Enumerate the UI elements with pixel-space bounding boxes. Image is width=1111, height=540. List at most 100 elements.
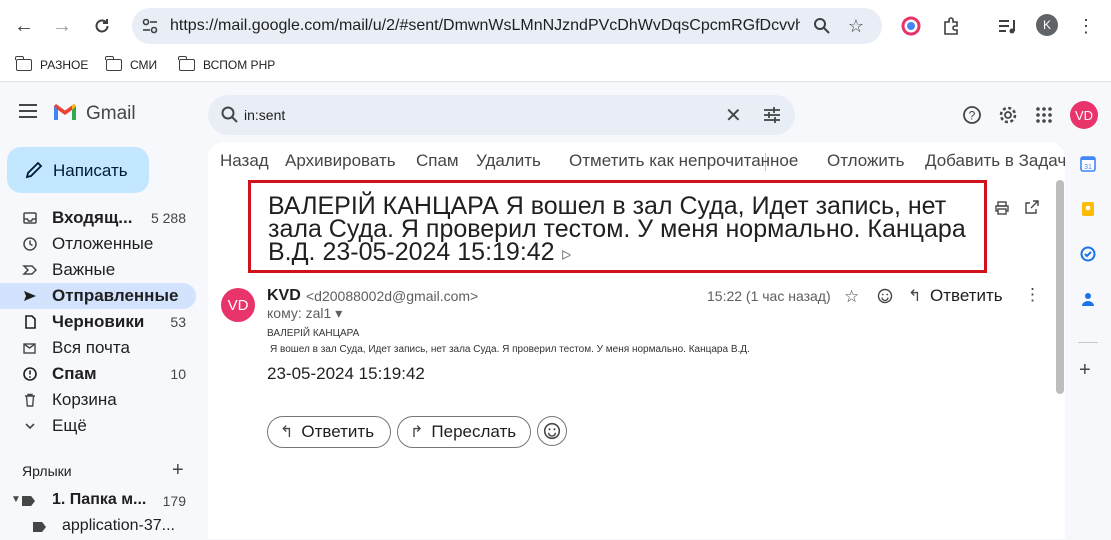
extensions-icon[interactable] xyxy=(937,12,965,40)
bookmark-star-icon[interactable]: ☆ xyxy=(844,14,868,38)
all-mail-icon xyxy=(22,340,38,356)
label-name: application-37... xyxy=(62,517,175,534)
calendar-icon[interactable]: 31 xyxy=(1080,156,1096,172)
gmail-logo-icon[interactable] xyxy=(52,102,78,122)
add-to-tasks-button[interactable]: Добавить в Задачи xyxy=(925,151,1065,171)
browser-menu-icon[interactable]: ⋮ xyxy=(1072,12,1100,40)
gmail-logo-text: Gmail xyxy=(86,103,136,124)
sidebar-item-label: Ещё xyxy=(52,416,87,435)
folder-icon xyxy=(105,56,122,71)
site-settings-icon[interactable] xyxy=(140,16,160,36)
search-input[interactable]: in:sent xyxy=(244,107,285,123)
svg-text:?: ? xyxy=(969,109,976,123)
clear-search-icon[interactable]: ✕ xyxy=(725,103,742,128)
reply-button[interactable]: ↰ Ответить xyxy=(267,416,391,448)
label-count: 179 xyxy=(162,493,186,509)
tasks-icon[interactable] xyxy=(1080,246,1096,262)
get-addons-icon[interactable]: + xyxy=(1079,359,1091,382)
sidebar-item[interactable]: Спам 10 xyxy=(0,361,196,387)
reply-icon: ↰ xyxy=(280,424,294,441)
sidebar-item[interactable]: Вся почта xyxy=(0,335,196,361)
sidebar-item-label: Черновики xyxy=(52,312,145,331)
forward-button[interactable]: ↱ Переслать xyxy=(397,416,531,448)
sender-email: <d20088002d@gmail.com> xyxy=(306,288,479,304)
sidebar-item-count: 53 xyxy=(170,314,186,330)
subject-text: ВАЛЕРІЙ КАНЦАРА Я вошел в зал Суда, Идет… xyxy=(268,192,966,266)
help-icon[interactable]: ? xyxy=(961,104,983,126)
search-icon[interactable] xyxy=(220,105,240,125)
print-icon[interactable] xyxy=(994,200,1010,216)
chevron-down-icon xyxy=(22,418,38,434)
contacts-icon[interactable] xyxy=(1080,291,1096,307)
emoji-reaction-icon[interactable] xyxy=(877,288,893,304)
draft-icon xyxy=(22,314,38,330)
sender-name[interactable]: KVD xyxy=(267,287,301,305)
bookmark-folder-raznoe[interactable]: РАЗНОЕ xyxy=(15,56,88,72)
sidebar-item-label: Вся почта xyxy=(52,338,130,357)
address-bar[interactable]: https://mail.google.com/mail/u/2/#sent/D… xyxy=(132,8,882,44)
back-icon[interactable]: ← xyxy=(10,12,38,40)
send-icon xyxy=(22,288,38,304)
recipient-line[interactable]: кому: zal1 ▾ xyxy=(267,305,342,322)
delete-button[interactable]: Удалить xyxy=(476,151,541,171)
sidebar-item[interactable]: Ещё xyxy=(0,413,196,439)
sidebar-item[interactable]: Отправленные xyxy=(0,283,196,309)
emoji-react-button[interactable] xyxy=(537,416,567,446)
scrollbar[interactable] xyxy=(1056,180,1064,394)
clock-icon xyxy=(22,236,38,252)
search-options-icon[interactable] xyxy=(761,104,783,126)
url-text[interactable]: https://mail.google.com/mail/u/2/#sent/D… xyxy=(170,17,800,35)
reply-icon[interactable]: ↰ xyxy=(908,286,921,306)
sidebar-item[interactable]: Входящ... 5 288 xyxy=(0,205,196,231)
forward-icon[interactable]: → xyxy=(48,12,76,40)
sidebar-item[interactable]: Отложенные xyxy=(0,231,196,257)
sidebar-item[interactable]: Корзина xyxy=(0,387,196,413)
apps-grid-icon[interactable] xyxy=(1033,104,1055,126)
mark-unread-button[interactable]: Отметить как непрочитанное xyxy=(569,151,798,171)
subject-highlight-box: ВАЛЕРІЙ КАНЦАРА Я вошел в зал Суда, Идет… xyxy=(248,180,987,273)
keep-icon[interactable] xyxy=(1080,201,1096,217)
back-button[interactable]: Назад xyxy=(220,151,269,171)
label-item-application[interactable]: application-37... xyxy=(0,514,196,540)
zoom-search-icon[interactable] xyxy=(810,14,834,38)
settings-gear-icon[interactable] xyxy=(997,104,1019,126)
caret-down-icon[interactable]: ▼ xyxy=(11,494,21,505)
account-avatar[interactable]: VD xyxy=(1070,101,1098,129)
sidebar-item-label: Важные xyxy=(52,260,116,279)
message-time: 15:22 (1 час назад) xyxy=(707,288,831,304)
label-item-folder[interactable]: ▼ 1. Папка м... 179 xyxy=(0,488,196,514)
snooze-button[interactable]: Отложить xyxy=(827,151,905,171)
bookmark-folder-smi[interactable]: СМИ xyxy=(105,56,158,72)
bookmark-label: СМИ xyxy=(130,58,158,72)
star-icon[interactable]: ☆ xyxy=(844,287,859,307)
sidebar-item[interactable]: Черновики 53 xyxy=(0,309,196,335)
media-control-icon[interactable] xyxy=(993,12,1021,40)
bookmark-folder-vspom[interactable]: ВСПОМ РНР xyxy=(178,56,275,72)
color-extension-icon[interactable] xyxy=(897,12,925,40)
archive-button[interactable]: Архивировать xyxy=(285,151,396,171)
message-panel: Назад Архивировать Спам Удалить Отметить… xyxy=(208,142,1065,539)
importance-marker-icon[interactable]: ᐅ xyxy=(561,244,572,267)
svg-text:31: 31 xyxy=(1084,164,1092,171)
spam-icon xyxy=(22,366,38,382)
browser-profile-avatar[interactable]: K xyxy=(1036,14,1058,36)
open-new-window-icon[interactable] xyxy=(1024,199,1040,215)
add-label-icon[interactable]: + xyxy=(172,459,184,482)
more-options-icon[interactable]: ⋮ xyxy=(1024,285,1041,305)
main-menu-icon[interactable] xyxy=(19,104,37,118)
compose-label: Написать xyxy=(53,161,128,180)
bookmarks-bar: РАЗНОЕ СМИ ВСПОМ РНР xyxy=(0,52,1111,82)
sidebar-item[interactable]: Важные xyxy=(0,257,196,283)
compose-button[interactable]: Написать xyxy=(7,147,149,193)
browser-toolbar: ← → https://mail.google.com/mail/u/2/#se… xyxy=(0,0,1111,52)
forward-button-label: Переслать xyxy=(431,422,517,441)
label-tag-icon xyxy=(33,522,46,532)
sidebar-item-label: Отправленные xyxy=(52,286,179,305)
spam-button[interactable]: Спам xyxy=(416,151,459,171)
reload-icon[interactable] xyxy=(88,12,116,40)
sidebar-item-label: Входящ... xyxy=(52,208,133,227)
search-bar[interactable]: in:sent ✕ xyxy=(208,95,795,135)
labels-heading: Ярлыки xyxy=(22,463,72,479)
reply-header-button[interactable]: Ответить xyxy=(930,286,1003,306)
sender-avatar: VD xyxy=(221,288,255,322)
